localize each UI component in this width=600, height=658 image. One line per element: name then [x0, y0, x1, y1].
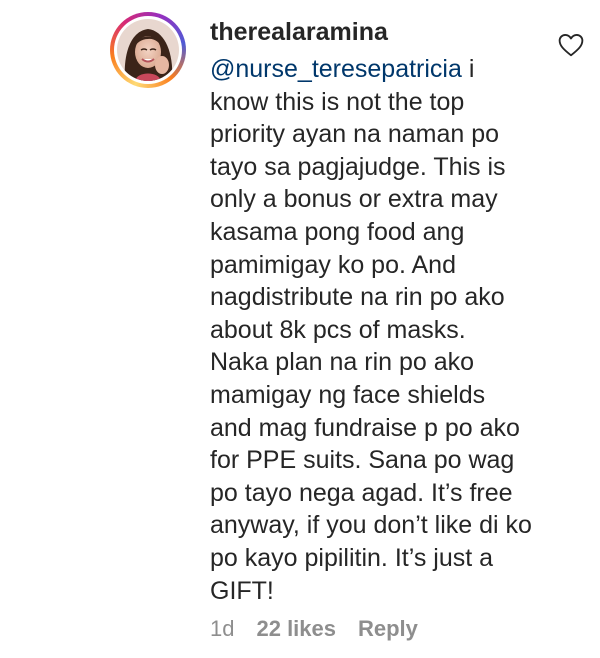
mention-link[interactable]: @nurse_teresepatricia	[210, 55, 462, 83]
comment-line: GIFT!	[210, 576, 274, 605]
comment-line: only a bonus or extra may	[210, 185, 498, 214]
avatar-story-ring[interactable]	[110, 12, 186, 88]
comment-line: mamigay ng face shields	[210, 380, 486, 409]
comment-line: know this is not the top	[210, 87, 465, 116]
comment-line: kasama pong food ang	[210, 217, 465, 246]
comment-line: nagdistribute na rin po ako	[210, 283, 505, 312]
reply-button[interactable]: Reply	[358, 615, 418, 643]
comment-line: po kayo pipilitin. It’s just a	[210, 543, 494, 572]
username[interactable]: therealaramina	[210, 17, 388, 47]
comment-line: and mag fundraise p po ako	[210, 413, 520, 442]
comment-line: @nurse_teresepatricia i	[210, 53, 580, 86]
comment-line: for PPE suits. Sana po wag	[210, 446, 515, 475]
likes-count[interactable]: 22 likes	[256, 615, 336, 643]
timestamp[interactable]: 1d	[210, 615, 234, 643]
comment-line: priority ayan na naman po	[210, 120, 500, 149]
comment-line: po tayo nega agad. It’s free	[210, 478, 513, 507]
comment-text-fragment: i	[461, 55, 475, 83]
comment-line: tayo sa pagjajudge. This is	[210, 152, 506, 181]
comment-text: @nurse_teresepatricia i know this is not…	[210, 53, 580, 607]
comment-line: about 8k pcs of masks.	[210, 315, 466, 344]
avatar-ring-gap	[114, 16, 182, 84]
comment-line: Naka plan na rin po ako	[210, 348, 475, 377]
comment-line: anyway, if you don’t like di ko	[210, 511, 532, 540]
comment: therealaramina @nurse_teresepatricia i k…	[0, 0, 600, 658]
avatar[interactable]	[117, 19, 179, 81]
comment-meta: 1d 22 likes Reply	[210, 615, 418, 643]
comment-line: pamimigay ko po. And	[210, 250, 456, 279]
